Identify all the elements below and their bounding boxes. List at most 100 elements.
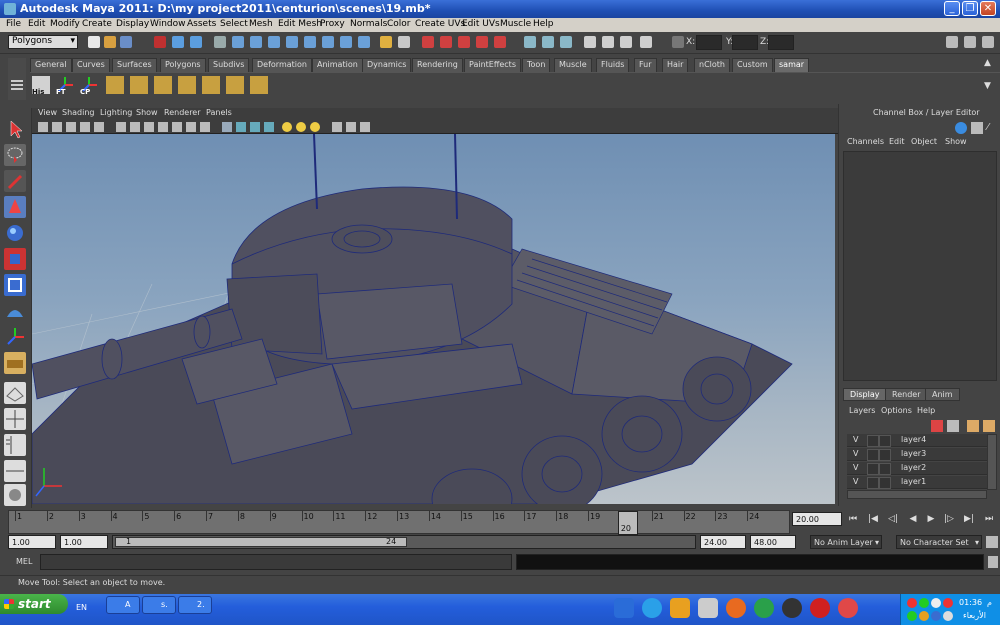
- firefox-icon[interactable]: [726, 598, 746, 618]
- snap-point-icon[interactable]: [268, 36, 280, 48]
- menu-help[interactable]: Help: [533, 19, 554, 29]
- viewport-menu-shading[interactable]: Shading: [62, 108, 95, 117]
- menu-mesh[interactable]: Mesh: [249, 19, 273, 29]
- render-lock-icon[interactable]: [380, 36, 392, 48]
- show-hide-tool-settings-icon[interactable]: [542, 36, 554, 48]
- lasso-tool[interactable]: [4, 144, 26, 166]
- menu-edit[interactable]: Edit: [28, 19, 45, 29]
- menu-display[interactable]: Display: [116, 19, 149, 29]
- viewport-menu-lighting[interactable]: Lighting: [100, 108, 132, 117]
- step-back-frame-icon[interactable]: ◁|: [886, 513, 900, 525]
- channel-box-menu-show[interactable]: Show: [945, 137, 967, 146]
- channel-box-menu-channels[interactable]: Channels: [847, 137, 884, 146]
- channel-box-toggle-icon-right[interactable]: ⁄: [987, 122, 999, 134]
- image-plane-icon[interactable]: [80, 122, 90, 132]
- internet-explorer-icon[interactable]: [642, 598, 662, 618]
- animation-preferences-icon[interactable]: [986, 536, 998, 548]
- shelf-tab-fur[interactable]: Fur: [634, 58, 657, 72]
- end-time-field[interactable]: 48.00: [750, 535, 796, 549]
- menu-set-dropdown[interactable]: Polygons ▾: [8, 35, 78, 49]
- menu-select[interactable]: Select: [220, 19, 248, 29]
- shelf-tab-painteffects[interactable]: PaintEffects: [464, 58, 521, 72]
- layer-row[interactable]: V layer4: [847, 434, 987, 447]
- shelf-smooth-icon[interactable]: [250, 76, 268, 94]
- shelf-tab-muscle[interactable]: Muscle: [554, 58, 592, 72]
- go-to-end-icon[interactable]: ⏭: [982, 513, 996, 525]
- safe-title-icon[interactable]: [200, 122, 210, 132]
- layer-menu-options[interactable]: Options: [881, 406, 912, 415]
- layer-row[interactable]: V layer3: [847, 448, 987, 461]
- make-live-icon[interactable]: [304, 36, 316, 48]
- channel-box-menu-edit[interactable]: Edit: [889, 137, 905, 146]
- show-hide-attribute-editor-icon[interactable]: [524, 36, 536, 48]
- soft-mod-tool[interactable]: [4, 300, 26, 322]
- layout-outliner-persp[interactable]: [4, 434, 26, 456]
- channel-box-toggle-icon[interactable]: [946, 36, 958, 48]
- save-scene-icon[interactable]: [120, 36, 132, 48]
- tray-update-icon[interactable]: [943, 598, 953, 608]
- shelf-history-button[interactable]: His: [32, 76, 50, 96]
- channel-box-area[interactable]: [843, 151, 997, 381]
- shelf-cube-icon[interactable]: [106, 76, 124, 94]
- menu-color[interactable]: Color: [387, 19, 411, 29]
- construction-history-icon[interactable]: [358, 36, 370, 48]
- shadows-icon[interactable]: [310, 122, 320, 132]
- move-layer-up-icon[interactable]: [967, 420, 979, 432]
- output-ops-icon[interactable]: [340, 36, 352, 48]
- layer-scrollbar[interactable]: [987, 434, 997, 490]
- shelf-tab-surfaces[interactable]: Surfaces: [112, 58, 157, 72]
- render-view-icon[interactable]: [398, 36, 410, 48]
- command-language-label[interactable]: MEL: [16, 557, 32, 566]
- magnet-icon[interactable]: [494, 36, 506, 48]
- layer-playback-toggle[interactable]: [867, 463, 879, 475]
- manipulator-tool[interactable]: [4, 274, 26, 296]
- resolution-gate-icon[interactable]: [144, 122, 154, 132]
- menu-edit-uvs[interactable]: Edit UVs: [462, 19, 500, 29]
- layer-visibility[interactable]: V: [853, 477, 858, 486]
- layer-name[interactable]: layer3: [901, 449, 926, 458]
- isolate-select-icon[interactable]: [332, 122, 342, 132]
- wireframe-icon[interactable]: [222, 122, 232, 132]
- viewport-menu-panels[interactable]: Panels: [206, 108, 232, 117]
- layer-type-toggle[interactable]: [879, 477, 891, 489]
- layer-row[interactable]: V layer2: [847, 462, 987, 475]
- shelf-tab-animation[interactable]: Animation: [312, 58, 363, 72]
- shelf-menu-button[interactable]: [8, 58, 26, 100]
- perspective-viewport[interactable]: [32, 134, 835, 504]
- current-frame-marker[interactable]: 20: [617, 511, 638, 535]
- layer-name[interactable]: layer2: [901, 463, 926, 472]
- utorrent-icon[interactable]: [754, 598, 774, 618]
- channel-box-menu-object[interactable]: Object: [911, 137, 937, 146]
- grid-icon[interactable]: [116, 122, 126, 132]
- transform-field-icon[interactable]: [672, 36, 684, 48]
- playback-start-field[interactable]: 1.00: [60, 535, 108, 549]
- quick-select-icon[interactable]: [640, 36, 652, 48]
- tray-volume-icon[interactable]: [931, 598, 941, 608]
- render-current-icon[interactable]: [422, 36, 434, 48]
- current-time-field[interactable]: 20.00: [792, 512, 842, 526]
- select-camera-icon[interactable]: [38, 122, 48, 132]
- wireframe-on-shaded-icon[interactable]: [250, 122, 260, 132]
- command-input[interactable]: [40, 554, 512, 570]
- shelf-scroll-down-icon[interactable]: ▼: [984, 81, 994, 95]
- media-player-icon[interactable]: [782, 598, 802, 618]
- shelf-tab-rendering[interactable]: Rendering: [412, 58, 463, 72]
- tray-battery-icon[interactable]: [943, 611, 953, 621]
- taskbar-item-maya[interactable]: A: [106, 596, 140, 614]
- tool-settings-toggle-icon[interactable]: [982, 36, 994, 48]
- layout-hypershade[interactable]: [4, 484, 26, 506]
- taskbar-item-folder[interactable]: s.: [142, 596, 176, 614]
- open-scene-icon[interactable]: [104, 36, 116, 48]
- layer-playback-toggle[interactable]: [867, 435, 879, 447]
- layer-tab-display[interactable]: Display: [843, 388, 887, 401]
- shelf-scroll-up-icon[interactable]: ▲: [984, 58, 994, 72]
- camera-icon[interactable]: [584, 36, 596, 48]
- menu-create[interactable]: Create: [82, 19, 112, 29]
- scale-tool[interactable]: [4, 248, 26, 270]
- layer-playback-toggle[interactable]: [867, 449, 879, 461]
- shelf-tab-fluids[interactable]: Fluids: [596, 58, 630, 72]
- menu-window[interactable]: Window: [150, 19, 186, 29]
- attribute-editor-toggle-icon[interactable]: [964, 36, 976, 48]
- field-chart-icon[interactable]: [172, 122, 182, 132]
- play-forwards-icon[interactable]: ▶: [924, 513, 938, 525]
